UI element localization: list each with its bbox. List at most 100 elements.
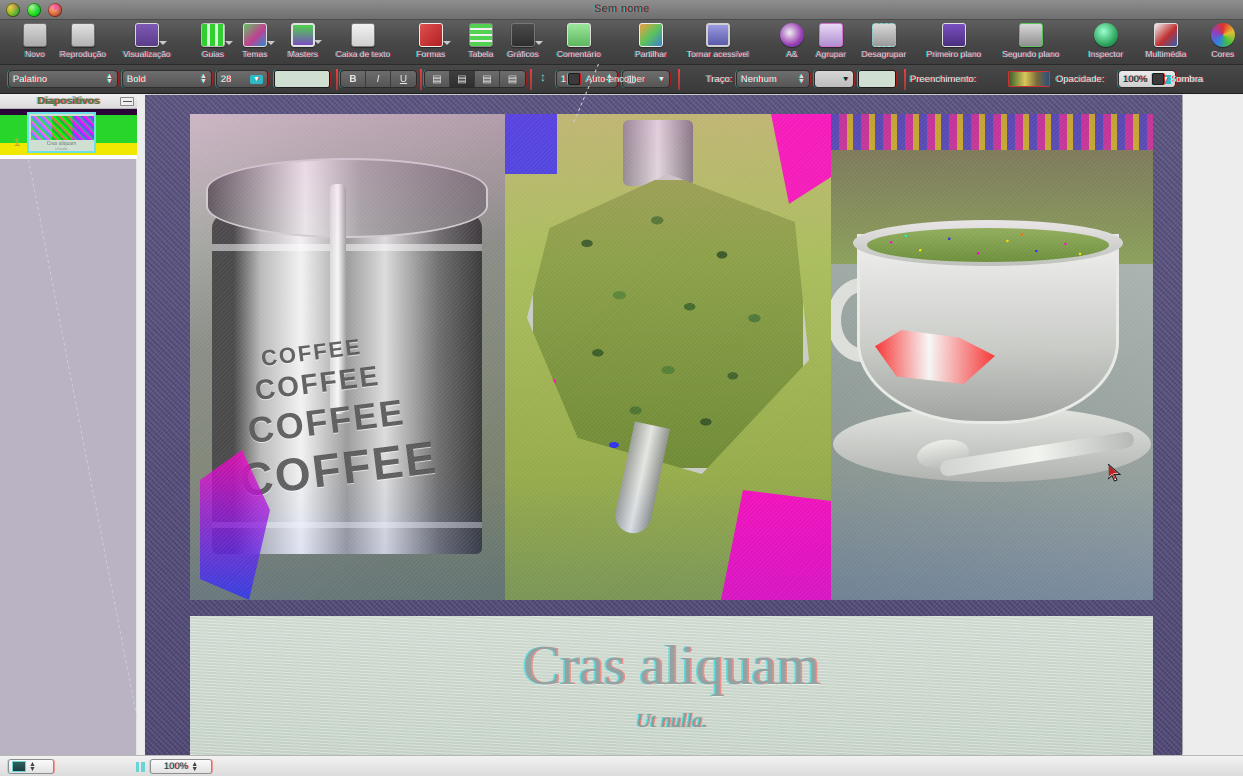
text-box-icon bbox=[351, 23, 375, 47]
font-family-value: Palatino bbox=[13, 73, 48, 85]
guides-icon bbox=[201, 23, 233, 47]
toolbar-item-coment-rio[interactable]: Comentário bbox=[548, 22, 610, 64]
toolbar-item-label: Multimédia bbox=[1145, 49, 1187, 59]
zoom-control[interactable]: 100% ▲ ▼ bbox=[150, 759, 212, 774]
toolbar-item-label: Primeiro plano bbox=[926, 49, 982, 59]
chevron-down-icon[interactable] bbox=[535, 41, 543, 45]
toolbar-item-label: Cores bbox=[1211, 49, 1235, 59]
slide-canvas-area[interactable]: COFFEE COFFEE COFFEE COFFEE Cras aliquam… bbox=[137, 94, 1243, 755]
glitch-artifact bbox=[505, 114, 557, 174]
toolbar-item-label: Agrupar bbox=[815, 49, 847, 59]
chevron-down-icon[interactable]: ▼ bbox=[842, 76, 849, 83]
collapse-icon[interactable] bbox=[120, 97, 134, 106]
toolbar-item-label: Caixa de texto bbox=[335, 49, 391, 59]
align-justify-button[interactable]: ▤ bbox=[500, 71, 525, 87]
toolbar-item-label: Comentário bbox=[557, 49, 601, 59]
font-style-stepper[interactable]: ▲ ▼ bbox=[200, 73, 207, 85]
colors-icon bbox=[1211, 23, 1235, 47]
slide-editor[interactable]: COFFEE COFFEE COFFEE COFFEE Cras aliquam… bbox=[145, 95, 1182, 755]
toolbar-item-desagrupar[interactable]: Desagrupar bbox=[853, 22, 915, 64]
coffee-cup-photo[interactable] bbox=[831, 114, 1153, 600]
stroke-stepper[interactable]: ▲ ▼ bbox=[798, 73, 805, 85]
themes-icon bbox=[243, 23, 275, 47]
toolbar-item-masters[interactable]: Masters bbox=[272, 22, 334, 64]
decorative-diagonal-line bbox=[28, 159, 144, 749]
font-size-value: 28 bbox=[221, 73, 232, 85]
stroke-color-swatch[interactable] bbox=[858, 70, 896, 88]
slide-title-area[interactable]: Cras aliquam Ut nulla. bbox=[190, 616, 1153, 755]
toolbar-item-label: Segundo plano bbox=[1002, 49, 1060, 59]
font-family-stepper[interactable]: ▲ ▼ bbox=[106, 73, 113, 85]
toolbar-item-label: Tabela bbox=[468, 49, 494, 59]
zoom-stepper[interactable]: ▲ ▼ bbox=[191, 761, 198, 773]
page-title[interactable]: Cras aliquam bbox=[190, 634, 1153, 698]
toolbar-item-label: Reprodução bbox=[59, 49, 107, 59]
toolbar-item-visualiza-o[interactable]: Visualização bbox=[116, 22, 178, 64]
coffee-beans-scoop-photo[interactable] bbox=[505, 114, 831, 600]
toolbar-item-multim-dia[interactable]: Multimédia bbox=[1135, 22, 1197, 64]
toolbar-item-inspector[interactable]: Inspector bbox=[1075, 22, 1137, 64]
toolbar-item-label: Inspector bbox=[1088, 49, 1124, 59]
cup bbox=[831, 220, 1151, 504]
chevron-down-icon[interactable] bbox=[314, 40, 322, 44]
chevron-down-icon[interactable] bbox=[159, 41, 167, 45]
inspector-icon bbox=[1094, 23, 1118, 47]
group-icon bbox=[819, 23, 843, 47]
sidebar-title: Diapositivos bbox=[37, 95, 100, 107]
italic-button[interactable]: I bbox=[366, 71, 391, 87]
coffee-beans bbox=[533, 180, 803, 468]
toolbar-item-segundo-plano[interactable]: Segundo plano bbox=[1000, 22, 1062, 64]
text-style-button-group[interactable]: B I U bbox=[340, 70, 417, 88]
toolbar-item-label: Partilhar bbox=[635, 49, 667, 59]
list-item[interactable]: Cras aliquam Ut nulla. bbox=[27, 112, 96, 153]
underline-button[interactable]: U bbox=[391, 71, 416, 87]
slide-image-row: COFFEE COFFEE COFFEE COFFEE bbox=[190, 114, 1153, 600]
comment-icon bbox=[567, 23, 591, 47]
stroke-width-select[interactable]: ▼ bbox=[814, 70, 854, 88]
bring-to-front-icon bbox=[942, 23, 966, 47]
coffee-canister-photo[interactable]: COFFEE COFFEE COFFEE COFFEE bbox=[190, 114, 505, 600]
toolbar-item-label: Temas bbox=[242, 49, 268, 59]
toolbar-item-label: Novo bbox=[25, 49, 45, 59]
slide-view-icon bbox=[12, 761, 26, 772]
status-bar: ▲ ▼ 100% ▲ ▼ bbox=[0, 755, 1243, 776]
shapes-icon bbox=[419, 23, 451, 47]
fill-color-swatch[interactable] bbox=[1008, 71, 1050, 87]
toolbar-item-caixa-de-texto[interactable]: Caixa de texto bbox=[332, 22, 394, 64]
pause-icon[interactable] bbox=[136, 762, 145, 772]
font-family-select[interactable]: Palatino ▲ ▼ bbox=[8, 70, 118, 88]
toolbar-item-gr-ficos[interactable]: Gráficos bbox=[492, 22, 554, 64]
text-color-swatch[interactable] bbox=[274, 70, 330, 88]
vertical-align-icon[interactable]: ↕ bbox=[535, 70, 551, 88]
align-left-button[interactable]: ▤ bbox=[425, 71, 450, 87]
toolbar-item-reprodu-o[interactable]: Reprodução bbox=[52, 22, 114, 64]
window-titlebar: Sem nome bbox=[0, 0, 1243, 20]
toolbar-item-partilhar[interactable]: Partilhar bbox=[620, 22, 682, 64]
chevron-down-icon[interactable]: ▼ bbox=[250, 74, 263, 84]
slides-sidebar: Diapositivos 1 Cras aliquam Ut nulla. bbox=[0, 94, 144, 755]
font-style-select[interactable]: Bold ▲ ▼ bbox=[122, 70, 212, 88]
view-mode-button[interactable]: ▲ ▼ bbox=[8, 759, 54, 774]
toolbar-item-label: Desagrupar bbox=[861, 49, 907, 59]
scoop bbox=[527, 120, 809, 537]
scoop-neck bbox=[623, 120, 693, 186]
view-mode-stepper[interactable]: ▲ ▼ bbox=[29, 761, 36, 773]
align-right-button[interactable]: ▤ bbox=[475, 71, 500, 87]
font-size-select[interactable]: 28 ▼ bbox=[216, 70, 268, 88]
toolbar-item-cores[interactable]: Cores bbox=[1192, 22, 1243, 64]
stroke-style-select[interactable]: Nenhum ▲ ▼ bbox=[736, 70, 810, 88]
accessibility-icon bbox=[706, 23, 730, 47]
slide-subtitle[interactable]: Ut nulla. bbox=[190, 710, 1153, 733]
opacity-input[interactable]: 100% ▼ bbox=[1118, 70, 1176, 88]
line-spacing-value: 1 bbox=[561, 73, 567, 85]
table-icon bbox=[469, 23, 493, 47]
alignment-button-group[interactable]: ▤ ▤ ▤ ▤ bbox=[424, 70, 526, 88]
stroke-label: Traço: bbox=[706, 74, 733, 85]
window-title: Sem nome bbox=[593, 3, 650, 15]
chevron-down-icon[interactable]: ▼ bbox=[658, 76, 665, 83]
toolbar-item-tornar-acess-vel[interactable]: Tornar acessível bbox=[687, 22, 749, 64]
toolbar-item-primeiro-plano[interactable]: Primeiro plano bbox=[923, 22, 985, 64]
align-center-button[interactable]: ▤ bbox=[450, 71, 475, 87]
opacity-label: Opacidade: bbox=[1056, 74, 1105, 85]
bold-button[interactable]: B bbox=[341, 71, 366, 87]
